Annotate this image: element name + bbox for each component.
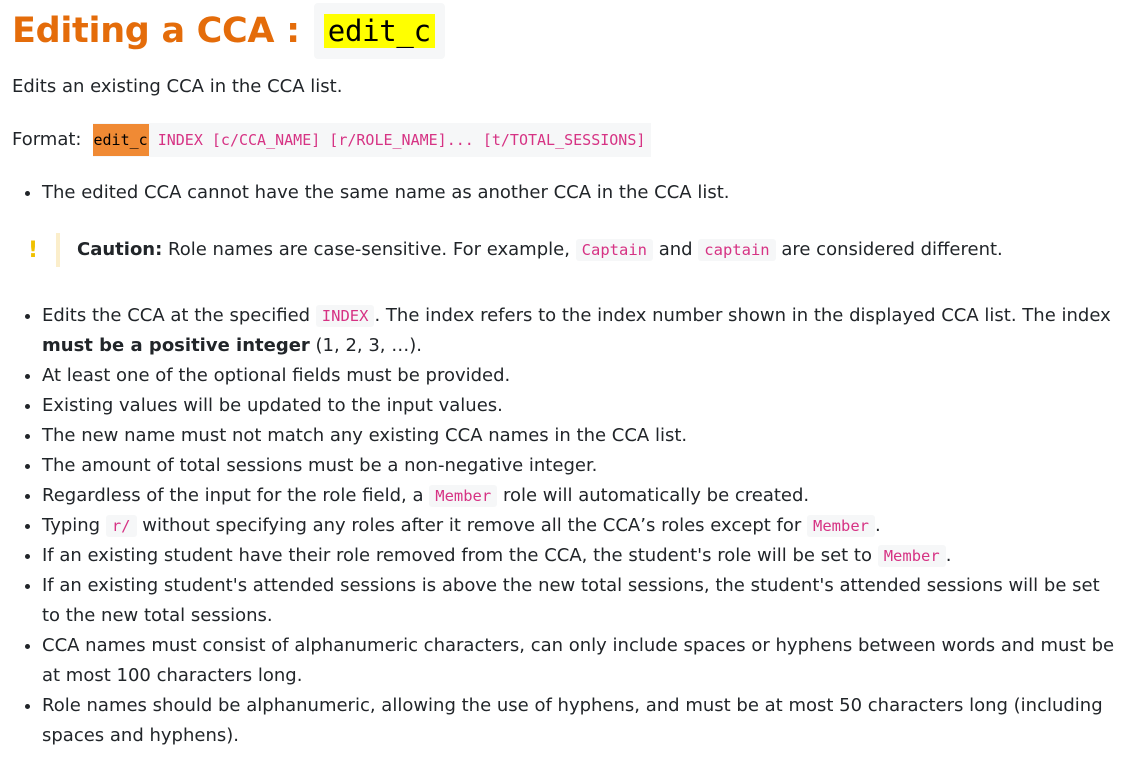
- inline-code: Member: [807, 515, 875, 537]
- list-item: The amount of total sessions must be a n…: [42, 451, 1123, 481]
- caution-box: ! Caution: Role names are case-sensitive…: [28, 233, 1123, 267]
- text-span: If an existing student have their role r…: [42, 545, 878, 566]
- list-item: If an existing student's attended sessio…: [42, 571, 1123, 631]
- format-command-highlight: edit_c: [92, 124, 149, 156]
- text-span: .: [875, 515, 881, 536]
- text-span: .: [945, 545, 952, 566]
- inline-code: Member: [877, 545, 946, 567]
- exclamation-icon: !: [28, 237, 39, 263]
- caution-text-part: and: [652, 239, 699, 260]
- format-label: Format:: [12, 129, 82, 150]
- caution-text: Caution: Role names are case-sensitive. …: [77, 235, 1003, 265]
- caution-border: [56, 233, 60, 267]
- list-item: At least one of the optional fields must…: [42, 361, 1123, 391]
- list-item: Typing r/ without specifying any roles a…: [42, 511, 1123, 541]
- section-heading: Editing a CCA : edit_c: [12, 0, 1123, 59]
- text-span: role will automatically be created.: [497, 485, 810, 506]
- inline-code: captain: [698, 239, 776, 261]
- heading-text: Editing a CCA :: [12, 11, 300, 51]
- command-description: Edits an existing CCA in the CCA list.: [12, 76, 343, 97]
- text-span: without specifying any roles after it re…: [136, 515, 807, 536]
- inline-code: r/: [105, 515, 137, 537]
- notes-list-top: The edited CCA cannot have the same name…: [12, 178, 1123, 208]
- list-item: If an existing student have their role r…: [42, 541, 1123, 571]
- text-span: (1, 2, 3, …).: [309, 335, 422, 356]
- heading-command-highlight: edit_c: [323, 14, 435, 48]
- text-span: Typing: [42, 515, 106, 536]
- format-code: edit_c INDEX [c/CCA_NAME] [r/ROLE_NAME].…: [92, 123, 652, 157]
- inline-code: Captain: [575, 239, 653, 261]
- format-arguments: INDEX [c/CCA_NAME] [r/ROLE_NAME]... [t/T…: [148, 131, 646, 149]
- inline-code: Member: [429, 485, 498, 507]
- notes-list-main: Edits the CCA at the specified INDEX. Th…: [12, 301, 1123, 751]
- list-item: The new name must not match any existing…: [42, 421, 1123, 451]
- list-item: Existing values will be updated to the i…: [42, 391, 1123, 421]
- text-span: Edits the CCA at the specified: [42, 305, 316, 326]
- list-item: Role names should be alphanumeric, allow…: [42, 691, 1123, 751]
- text-span: Regardless of the input for the role fie…: [42, 485, 430, 506]
- inline-code: INDEX: [315, 305, 375, 327]
- caution-label: Caution:: [77, 239, 163, 260]
- list-item: The edited CCA cannot have the same name…: [42, 178, 1123, 208]
- list-item: Edits the CCA at the specified INDEX. Th…: [42, 301, 1123, 361]
- bold-text: must be a positive integer: [42, 335, 310, 356]
- document-page: Editing a CCA : edit_c Edits an existing…: [0, 0, 1135, 751]
- format-line: Format: edit_c INDEX [c/CCA_NAME] [r/ROL…: [12, 123, 1123, 157]
- heading-command-code: edit_c: [313, 3, 445, 59]
- caution-text-part: are considered different.: [775, 239, 1003, 260]
- text-span: . The index refers to the index number s…: [374, 305, 1111, 326]
- list-item: Regardless of the input for the role fie…: [42, 481, 1123, 511]
- list-item: CCA names must consist of alphanumeric c…: [42, 631, 1123, 691]
- caution-text-part: Role names are case-sensitive. For examp…: [162, 239, 576, 260]
